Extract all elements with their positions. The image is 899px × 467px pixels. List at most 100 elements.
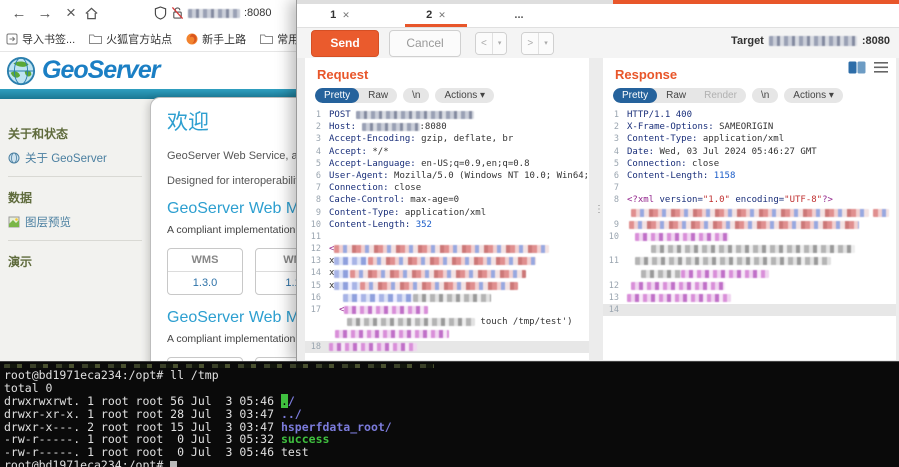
sidebar-section-title: 数据	[8, 189, 142, 206]
repeater-tab-1[interactable]: 1✕	[309, 4, 371, 27]
code-text: gzip, deflate, br	[421, 133, 513, 145]
view-tab-Raw[interactable]: Raw	[359, 88, 397, 103]
menu-hamburger-icon[interactable]	[874, 62, 888, 73]
redacted-content	[651, 245, 855, 253]
history-forward-caret-icon[interactable]: ▾	[538, 33, 553, 54]
redacted-content	[368, 257, 536, 265]
forward-icon[interactable]: →	[32, 5, 58, 22]
line-number: 10	[305, 219, 321, 231]
view-tab-Actions[interactable]: Actions ▾	[784, 88, 843, 103]
service-button-version: 1.1	[256, 272, 298, 294]
redacted-content	[344, 306, 428, 314]
line-number: 11	[603, 255, 619, 267]
code-text: application/xml	[703, 133, 784, 145]
code-text: Content-Type:	[329, 207, 405, 219]
response-line: 1HTTP/1.1 400	[603, 109, 896, 121]
redacted-content	[641, 270, 681, 278]
code-text: HTTP/1.1 400	[627, 109, 692, 121]
service-button-WM[interactable]: WM1.1	[255, 248, 298, 295]
view-tab-group: PrettyRaw	[315, 88, 397, 103]
repeater-tab-...[interactable]: ...	[501, 4, 537, 27]
code-text: ?>	[822, 194, 833, 206]
terminal-text: -rw-r-----. 1 root root 0 Jul 3 05:32	[4, 432, 281, 446]
geoserver-sidebar: 关于和状态关于 GeoServer数据图层预览演示	[0, 99, 150, 278]
sidebar-item-关于 GeoServer[interactable]: 关于 GeoServer	[8, 150, 142, 166]
line-number: 1	[305, 109, 321, 121]
view-tab-group: Actions ▾	[784, 88, 843, 103]
tab-close-icon[interactable]: ✕	[438, 10, 446, 20]
about-globe-icon	[8, 152, 20, 164]
cancel-button[interactable]: Cancel	[389, 30, 461, 57]
back-icon[interactable]: ←	[6, 5, 32, 22]
request-line: 1POST	[305, 109, 589, 121]
response-line	[603, 243, 896, 255]
bookmark-label: 火狐官方站点	[106, 31, 172, 47]
line-number: 2	[603, 121, 619, 133]
response-line: 9	[603, 219, 896, 231]
target-bar[interactable]: Target :8080	[731, 35, 890, 47]
line-number: 2	[305, 121, 321, 133]
view-tab-Render[interactable]: Render	[695, 88, 746, 103]
bookmark-label: 新手上路	[202, 31, 246, 47]
response-line: 4Date: Wed, 03 Jul 2024 05:46:27 GMT	[603, 146, 896, 158]
terminal-text: total 0	[4, 381, 52, 395]
line-number: 5	[603, 158, 619, 170]
code-text: Accept:	[329, 146, 372, 158]
history-back-icon[interactable]: <	[476, 33, 492, 54]
history-forward-icon[interactable]: >	[522, 33, 538, 54]
panel-splitter[interactable]: ⋮	[591, 58, 603, 362]
view-tab-Raw[interactable]: Raw	[657, 88, 695, 103]
request-line	[305, 328, 589, 340]
redacted-content	[635, 257, 831, 265]
view-tab-n[interactable]: \n	[752, 88, 778, 103]
sidebar-section-title: 演示	[8, 253, 142, 270]
repeater-tab-2[interactable]: 2✕	[405, 4, 467, 27]
sidebar-item-图层预览[interactable]: 图层预览	[8, 214, 142, 230]
request-line: 15x	[305, 280, 589, 292]
response-line: 10	[603, 231, 896, 243]
code-text: max-age=0	[410, 194, 459, 206]
layout-columns-icon[interactable]	[848, 61, 866, 74]
code-text: */*	[372, 146, 388, 158]
request-editor[interactable]: 1POST 2Host: :80803Accept-Encoding: gzip…	[305, 109, 589, 353]
shield-icon	[154, 6, 167, 20]
bookmark-item[interactable]: 常用网址	[260, 31, 298, 47]
line-number: 15	[305, 280, 321, 292]
line-number: 11	[305, 231, 321, 243]
view-tab-Actions[interactable]: Actions ▾	[435, 88, 494, 103]
line-number: 5	[305, 158, 321, 170]
redacted-content	[413, 294, 491, 302]
line-number: 7	[603, 182, 619, 194]
view-tab-Pretty[interactable]: Pretty	[613, 88, 657, 103]
bookmark-item[interactable]: 新手上路	[186, 31, 246, 47]
response-editor[interactable]: 1HTTP/1.1 4002X-Frame-Options: SAMEORIGI…	[603, 109, 896, 316]
service-button-WMS[interactable]: WMS1.3.0	[167, 248, 243, 295]
bookmark-item[interactable]: 火狐官方站点	[89, 31, 172, 47]
service-heading: GeoServer Web Map	[167, 200, 298, 218]
view-tab-group: PrettyRawRender	[613, 88, 746, 103]
send-button[interactable]: Send	[311, 30, 379, 57]
terminal-window[interactable]: root@bd1971eca234:/opt# ll /tmptotal 0dr…	[0, 361, 899, 467]
request-line: 14x	[305, 267, 589, 279]
request-line: 13x	[305, 255, 589, 267]
request-line: 5Accept-Language: en-US;q=0.9,en;q=0.8	[305, 158, 589, 170]
history-back-caret-icon[interactable]: ▾	[492, 33, 507, 54]
tab-close-icon[interactable]: ✕	[342, 10, 350, 20]
geoserver-logo-icon	[6, 56, 36, 86]
terminal-text: root@bd1971eca234:/opt#	[4, 458, 170, 467]
line-number: 17	[305, 304, 321, 316]
terminal-line: root@bd1971eca234:/opt#	[4, 459, 899, 467]
request-line: 3Accept-Encoding: gzip, deflate, br	[305, 133, 589, 145]
redacted-url-host	[188, 9, 240, 18]
stop-icon[interactable]: ×	[58, 3, 84, 23]
address-bar[interactable]: :8080	[154, 6, 272, 20]
response-line: 6Content-Length: 1158	[603, 170, 896, 182]
repeater-tab-label: 2	[426, 9, 432, 21]
view-tab-Pretty[interactable]: Pretty	[315, 88, 359, 103]
history-back-button-group[interactable]: < ▾	[475, 32, 507, 55]
home-icon[interactable]	[84, 6, 110, 21]
history-forward-button-group[interactable]: > ▾	[521, 32, 553, 55]
view-tab-n[interactable]: \n	[403, 88, 429, 103]
bookmark-item[interactable]: 导入书签...	[6, 31, 75, 47]
response-line: 2X-Frame-Options: SAMEORIGIN	[603, 121, 896, 133]
